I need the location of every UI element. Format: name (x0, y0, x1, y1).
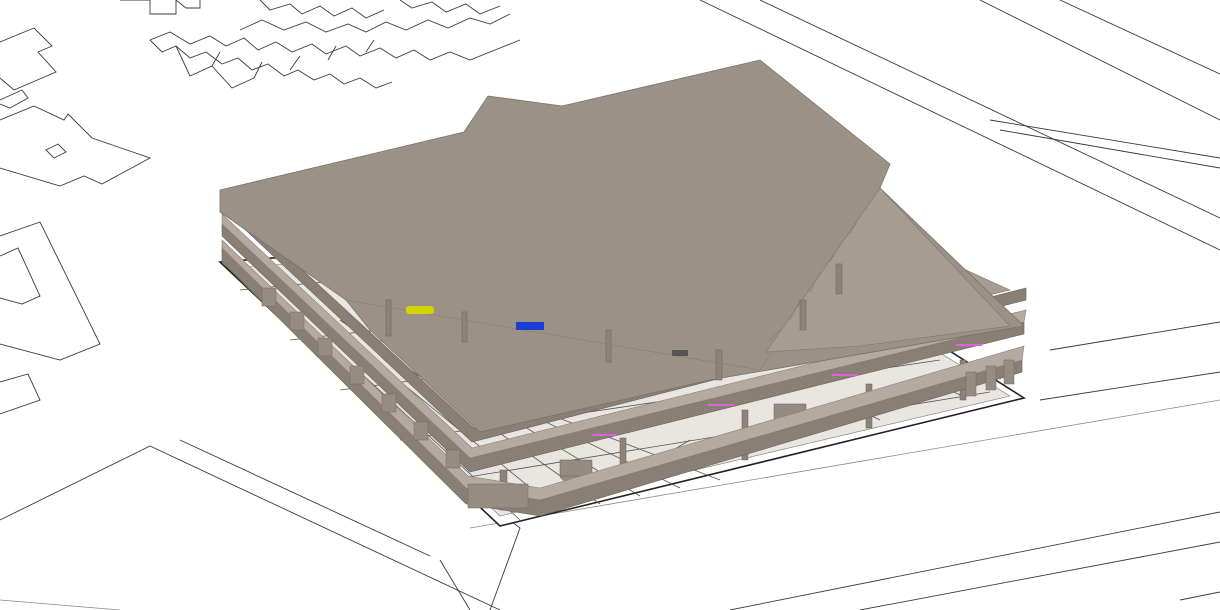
magenta-marker-4[interactable] (592, 434, 616, 436)
magenta-marker-3[interactable] (708, 404, 734, 406)
yellow-marker[interactable] (406, 306, 434, 314)
magenta-marker-2[interactable] (832, 374, 858, 376)
magenta-marker-1[interactable] (956, 344, 982, 346)
blue-marker[interactable] (516, 322, 544, 330)
gray-marker[interactable] (672, 350, 688, 356)
model-scene[interactable] (0, 0, 1220, 610)
3d-viewport[interactable] (0, 0, 1220, 610)
